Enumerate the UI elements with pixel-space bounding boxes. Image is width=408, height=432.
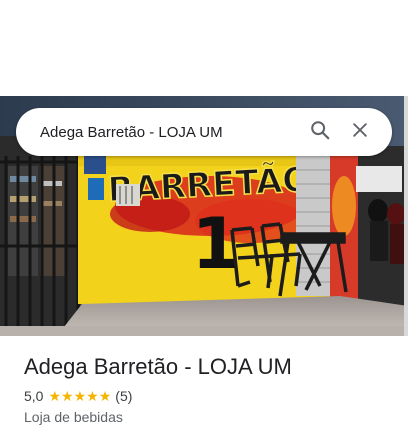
search-box: [16, 108, 392, 156]
clear-search-button[interactable]: [340, 112, 380, 152]
star-icon: ★: [61, 388, 74, 404]
search-icon: [309, 119, 331, 146]
search-input[interactable]: [40, 120, 300, 144]
rating-row[interactable]: 5,0 ★ ★ ★ ★ ★ (5): [24, 388, 132, 404]
place-info-card: Adega Barretão - LOJA UM 5,0 ★ ★ ★ ★ ★ (…: [0, 336, 408, 432]
star-icon: ★: [86, 388, 99, 404]
review-count[interactable]: (5): [115, 388, 132, 404]
star-rating: ★ ★ ★ ★ ★: [48, 389, 111, 403]
close-icon: [350, 120, 370, 145]
search-button[interactable]: [300, 112, 340, 152]
place-title: Adega Barretão - LOJA UM: [24, 354, 292, 379]
star-icon: ★: [48, 388, 62, 404]
blank-area: [0, 0, 408, 96]
place-category: Loja de bebidas: [24, 409, 123, 425]
rating-value: 5,0: [24, 388, 44, 404]
star-icon: ★: [98, 388, 112, 404]
star-icon: ★: [73, 388, 87, 404]
